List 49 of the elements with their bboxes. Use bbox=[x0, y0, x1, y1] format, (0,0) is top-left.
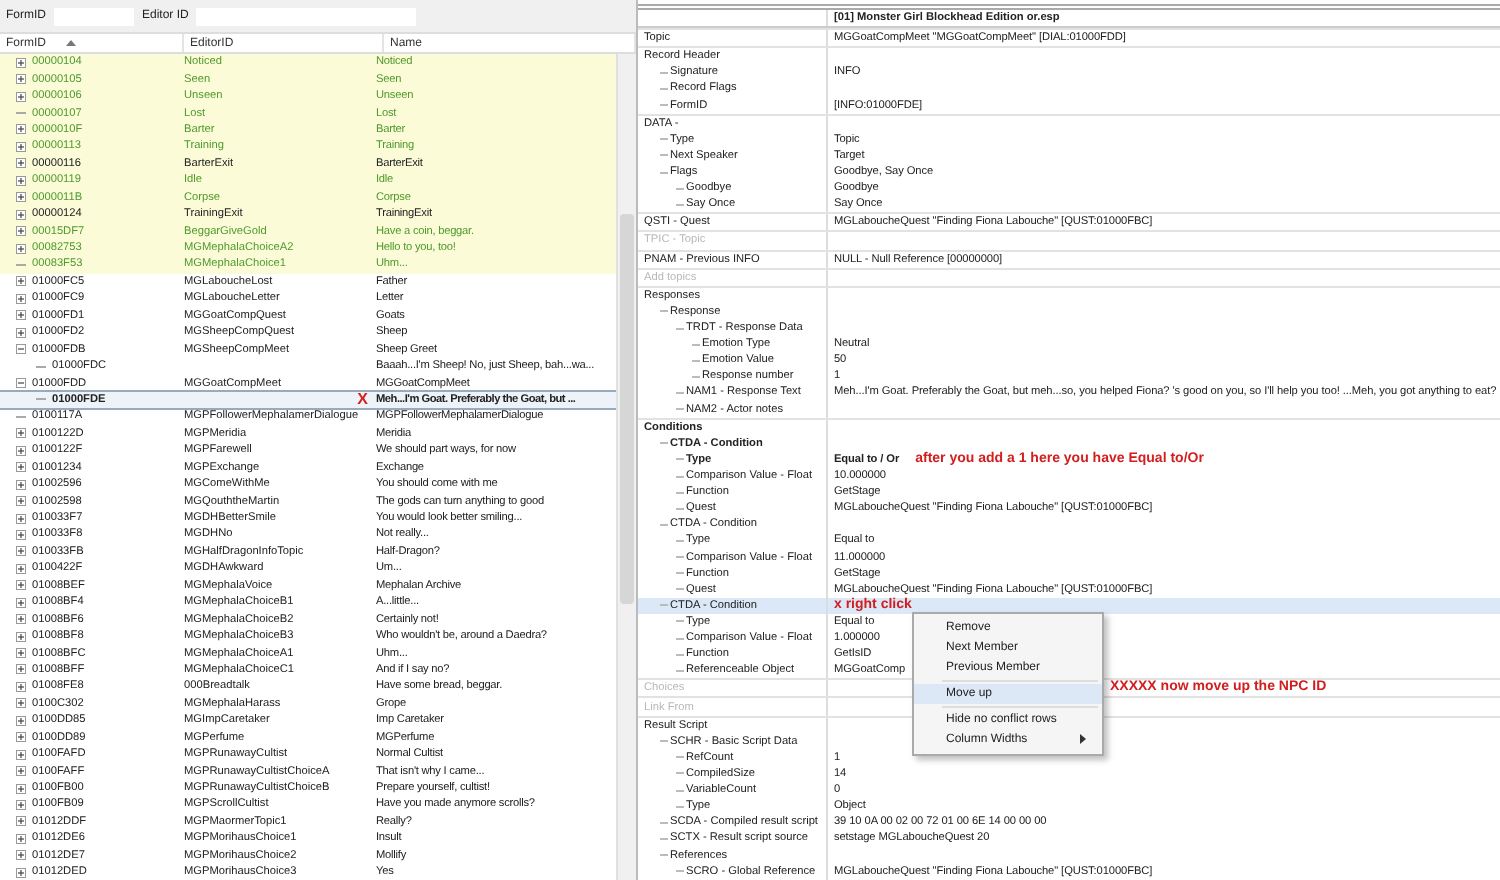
expander-icon[interactable] bbox=[16, 462, 26, 473]
expander-icon[interactable] bbox=[16, 783, 26, 794]
expander-icon[interactable] bbox=[16, 192, 26, 203]
expander-icon[interactable] bbox=[16, 226, 26, 237]
expander-icon[interactable] bbox=[16, 580, 26, 591]
expander-icon[interactable] bbox=[16, 310, 26, 321]
scrollbar[interactable] bbox=[616, 54, 636, 880]
expander-icon[interactable] bbox=[16, 428, 26, 439]
expander-icon[interactable] bbox=[16, 513, 26, 524]
expander-icon[interactable] bbox=[16, 209, 26, 220]
expander-icon[interactable] bbox=[16, 816, 26, 827]
expander-icon[interactable] bbox=[16, 546, 26, 557]
expander-icon[interactable] bbox=[16, 243, 26, 254]
expander-icon[interactable] bbox=[16, 664, 26, 675]
expander-icon[interactable] bbox=[16, 749, 26, 760]
expander-icon[interactable] bbox=[16, 563, 26, 574]
submenu-arrow-icon bbox=[1080, 734, 1086, 745]
expander-icon[interactable] bbox=[16, 344, 26, 355]
expander-icon[interactable] bbox=[16, 732, 26, 743]
expander-icon[interactable] bbox=[16, 276, 26, 287]
expander-icon[interactable] bbox=[16, 698, 26, 709]
expander-icon[interactable] bbox=[16, 327, 26, 338]
expander-icon[interactable] bbox=[16, 850, 26, 861]
expander-icon[interactable] bbox=[16, 614, 26, 625]
expander-icon[interactable] bbox=[16, 124, 26, 135]
expander-icon[interactable] bbox=[16, 597, 26, 608]
scrollbar-thumb[interactable] bbox=[620, 214, 634, 604]
sort-up-icon bbox=[66, 40, 76, 46]
expander-icon[interactable] bbox=[16, 648, 26, 659]
expander-icon[interactable] bbox=[16, 631, 26, 642]
expander-icon[interactable] bbox=[16, 833, 26, 844]
expander-icon[interactable] bbox=[16, 799, 26, 810]
expander-icon[interactable] bbox=[16, 496, 26, 507]
expander-icon[interactable] bbox=[16, 74, 26, 85]
expander-icon[interactable] bbox=[16, 57, 26, 68]
expander-icon[interactable] bbox=[16, 91, 26, 102]
expander-icon[interactable] bbox=[16, 867, 26, 878]
expander-icon[interactable] bbox=[16, 479, 26, 490]
expander-icon[interactable] bbox=[16, 766, 26, 777]
expander-icon[interactable] bbox=[16, 715, 26, 726]
expander-icon[interactable] bbox=[16, 175, 26, 186]
expander-icon[interactable] bbox=[16, 293, 26, 304]
expander-icon[interactable] bbox=[16, 158, 26, 169]
expander-icon[interactable] bbox=[16, 378, 26, 389]
expander-icon[interactable] bbox=[16, 141, 26, 152]
expander-icon[interactable] bbox=[16, 445, 26, 456]
expander-icon[interactable] bbox=[16, 529, 26, 540]
annotation-mark: X bbox=[357, 389, 368, 408]
expander-icon[interactable] bbox=[16, 681, 26, 692]
